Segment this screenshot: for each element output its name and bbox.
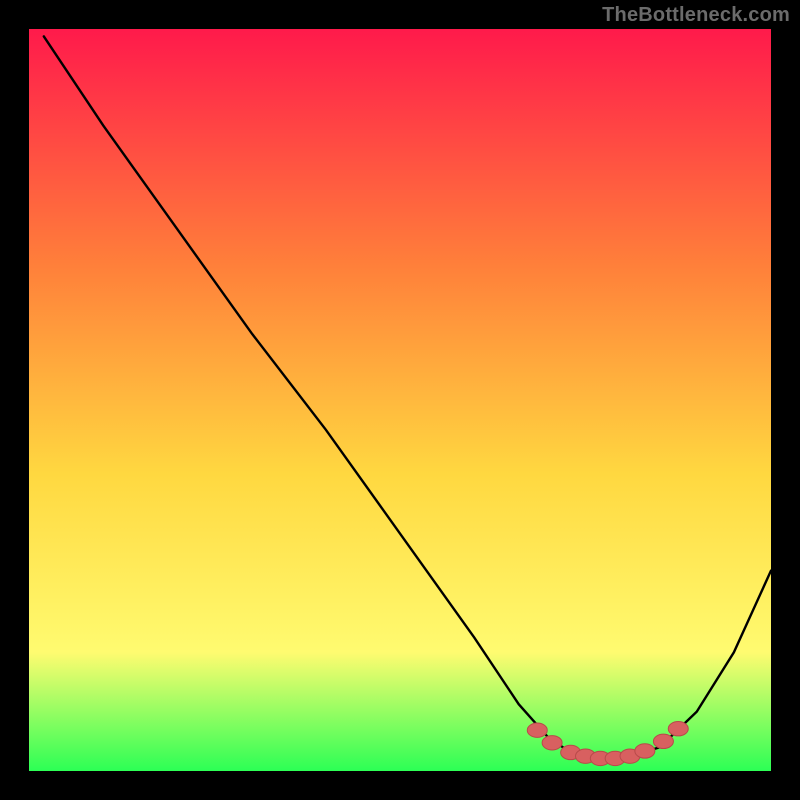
watermark-text: TheBottleneck.com: [602, 4, 790, 27]
curve-marker: [542, 736, 562, 750]
curve-marker: [668, 722, 688, 736]
curve-marker: [527, 723, 547, 737]
gradient-background: [29, 29, 771, 771]
curve-marker: [635, 744, 655, 758]
bottleneck-chart: [29, 29, 771, 771]
curve-marker: [653, 734, 673, 748]
chart-container: TheBottleneck.com: [0, 0, 800, 800]
